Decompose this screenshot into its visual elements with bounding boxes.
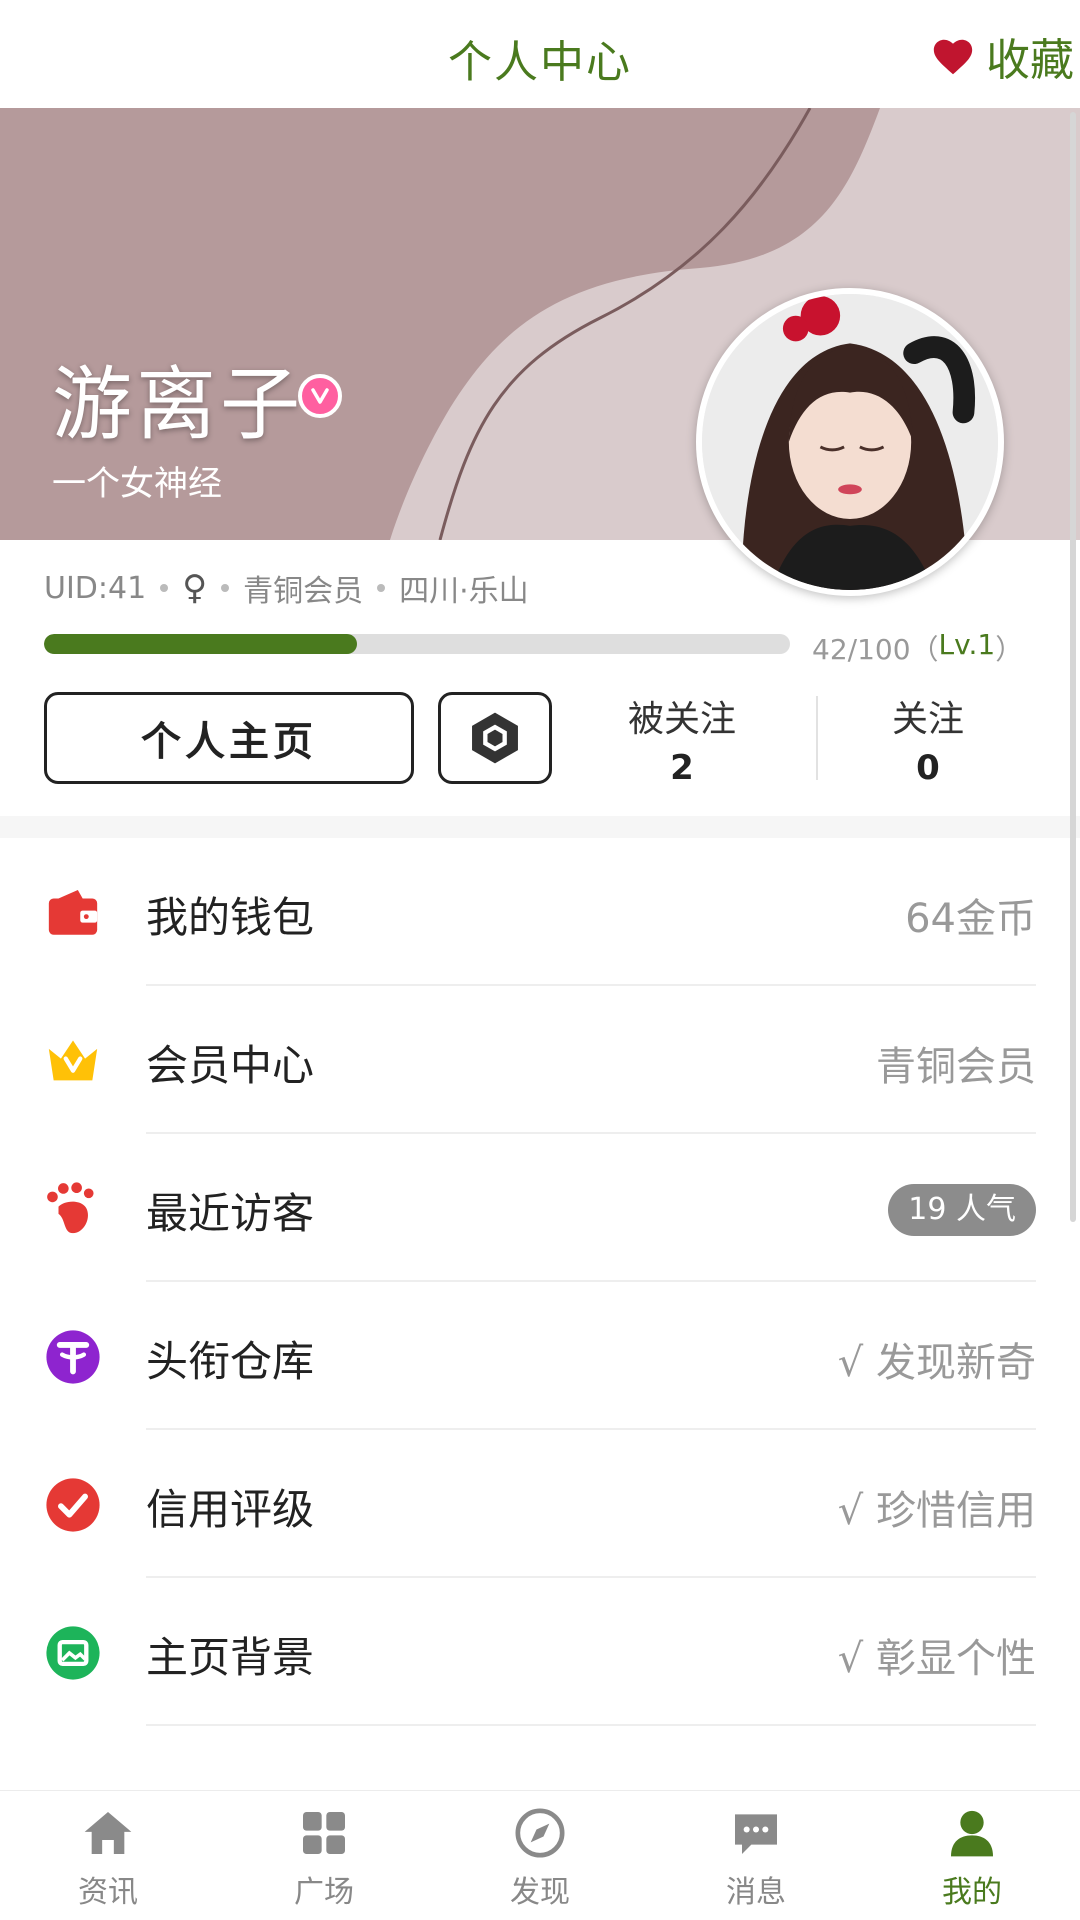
following-stat[interactable]: 关注 0 (828, 690, 1028, 788)
tab-messages[interactable]: 消息 (648, 1791, 864, 1920)
menu-label: 最近访客 (146, 1189, 315, 1238)
credit-check-icon (46, 1478, 100, 1532)
tab-square[interactable]: 广场 (216, 1791, 432, 1920)
uid-text: UID:41 (44, 570, 147, 606)
homepage-button[interactable]: 个人主页 (44, 692, 414, 784)
favorite-button[interactable]: 收藏 (930, 24, 1074, 88)
separator-dot (377, 584, 386, 592)
menu-item-credit[interactable]: 信用评级 √ 珍惜信用 (0, 1430, 1080, 1578)
wallet-icon (48, 890, 98, 935)
following-count: 0 (916, 748, 940, 788)
tab-news[interactable]: 资讯 (0, 1791, 216, 1920)
tab-label: 我的 (942, 1875, 1002, 1910)
background-image-icon (46, 1626, 100, 1680)
tab-label: 广场 (294, 1875, 354, 1910)
favorite-label: 收藏 (986, 35, 1074, 86)
tab-mine[interactable]: 我的 (864, 1791, 1080, 1920)
tab-label: 发现 (510, 1875, 570, 1910)
level-text: Lv.1 (938, 628, 996, 661)
menu-value: 青铜会员 (876, 1044, 1036, 1090)
avatar-photo (702, 294, 998, 590)
title-icon (46, 1330, 100, 1384)
level-progress-text: 42/100（ Lv.1 ） (812, 628, 1023, 668)
scrollbar[interactable] (1070, 112, 1076, 1222)
menu-item-titles[interactable]: 头衔仓库 √ 发现新奇 (0, 1282, 1080, 1430)
tab-label: 消息 (726, 1875, 786, 1910)
bottom-tab-bar: 资讯 广场 发现 消息 我的 (0, 1790, 1080, 1920)
visitor-count-badge: 19 人气 (888, 1184, 1036, 1236)
user-name: 游离子 (52, 358, 304, 451)
location-text: 四川·乐山 (399, 574, 529, 609)
separator-dot (160, 584, 169, 592)
menu-value: √ 彰显个性 (837, 1636, 1036, 1682)
separator-dot (221, 584, 230, 592)
page-title: 个人中心 (448, 37, 632, 88)
menu-label: 头衔仓库 (146, 1337, 315, 1386)
followers-stat[interactable]: 被关注 2 (582, 690, 782, 788)
vip-badge-icon (298, 374, 342, 418)
menu-item-vip[interactable]: 会员中心 青铜会员 (0, 986, 1080, 1134)
menu-label: 我的钱包 (146, 893, 315, 942)
row-divider (146, 1724, 1036, 1726)
followers-label: 被关注 (627, 699, 736, 740)
hexagon-icon (472, 712, 518, 764)
crown-icon (48, 1040, 98, 1081)
user-icon (951, 1810, 993, 1857)
menu-label: 主页背景 (146, 1633, 315, 1682)
menu-item-background[interactable]: 主页背景 √ 彰显个性 (0, 1578, 1080, 1726)
menu-item-visitors[interactable]: 最近访客 19 人气 (0, 1134, 1080, 1282)
tab-label: 资讯 (78, 1875, 138, 1910)
tab-discover[interactable]: 发现 (432, 1791, 648, 1920)
compass-icon (515, 1808, 565, 1858)
level-progress-bar (44, 634, 790, 654)
stat-divider (816, 696, 818, 780)
followers-count: 2 (670, 748, 694, 788)
menu-item-wallet[interactable]: 我的钱包 64金币 (0, 838, 1080, 986)
menu-value: √ 发现新奇 (837, 1340, 1036, 1386)
avatar[interactable] (696, 288, 1004, 596)
grid-icon (303, 1812, 345, 1854)
top-bar: 个人中心 收藏 (0, 0, 1080, 108)
female-icon: ♀ (182, 568, 208, 608)
profile-info-row: UID:41 ♀ 青铜会员 四川·乐山 (44, 566, 529, 610)
progress-close: ） (995, 633, 1024, 666)
menu-value: 64金币 (905, 896, 1036, 942)
menu-list: 我的钱包 64金币 会员中心 青铜会员 最近访客 19 人气 头衔仓库 √ 发现… (0, 838, 1080, 1726)
footprint-icon (47, 1182, 94, 1234)
membership-text: 青铜会员 (243, 574, 364, 609)
user-signature: 一个女神经 (52, 464, 222, 504)
menu-label: 会员中心 (146, 1041, 315, 1090)
following-label: 关注 (891, 699, 964, 740)
heart-icon (930, 33, 976, 79)
section-divider (0, 816, 1080, 838)
progress-count: 42/100（ (812, 633, 939, 666)
hexagon-button[interactable] (438, 692, 552, 784)
home-icon (84, 1812, 132, 1854)
menu-label: 信用评级 (146, 1485, 315, 1534)
menu-value: √ 珍惜信用 (837, 1488, 1036, 1534)
chat-icon (735, 1814, 777, 1854)
level-progress-fill (44, 634, 358, 654)
